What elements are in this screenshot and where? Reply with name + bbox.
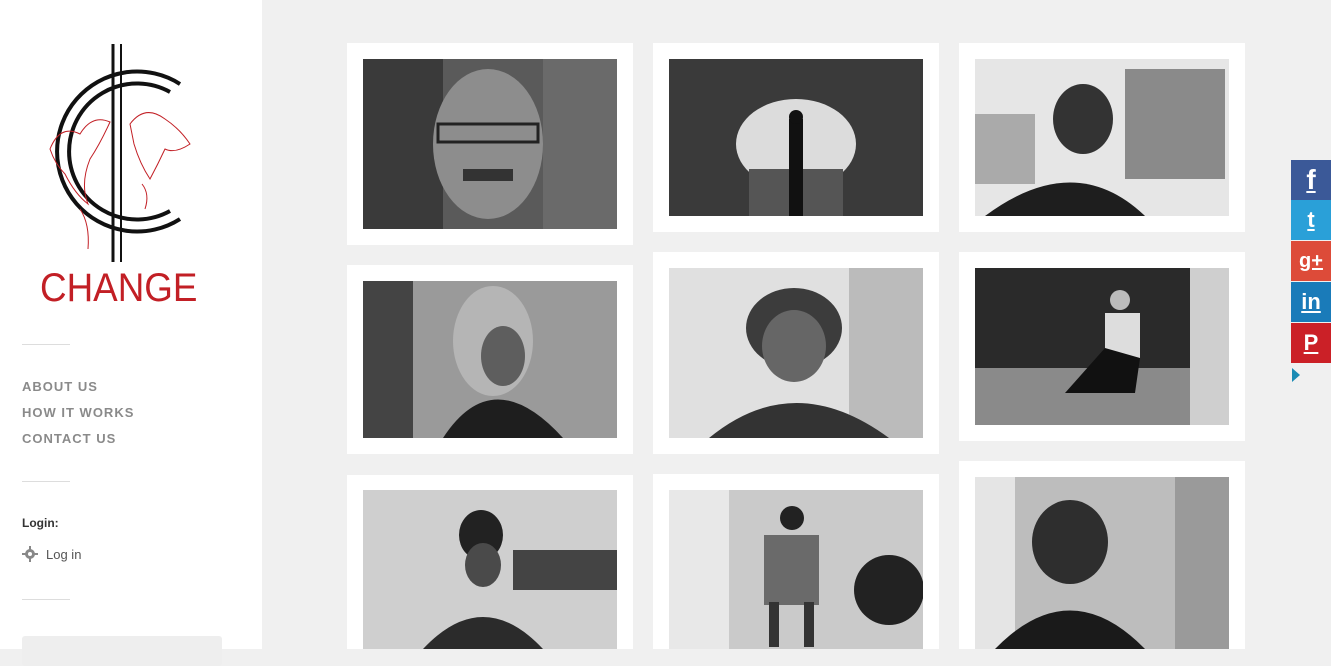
facebook-share-button[interactable]: f <box>1291 160 1331 200</box>
login-link[interactable]: Log in <box>22 546 81 562</box>
gallery-card[interactable] <box>959 461 1245 649</box>
gallery-photo[interactable] <box>975 477 1229 649</box>
login-link-label: Log in <box>46 546 82 562</box>
gallery-card[interactable] <box>653 43 939 232</box>
gear-icon <box>22 546 38 562</box>
gallery-photo[interactable] <box>975 268 1229 425</box>
gallery-card[interactable] <box>653 252 939 454</box>
nav-item-how-it-works[interactable]: HOW IT WORKS <box>22 404 134 430</box>
nav-item-about-us[interactable]: ABOUT US <box>22 378 134 404</box>
gallery-card[interactable] <box>653 474 939 649</box>
gallery-card[interactable] <box>959 43 1245 232</box>
search-box[interactable] <box>22 636 222 666</box>
gallery-photo[interactable] <box>669 490 923 649</box>
sidebar: CHANGE ABOUT US HOW IT WORKS CONTACT US … <box>0 0 262 666</box>
linkedin-share-button[interactable]: in <box>1291 282 1331 322</box>
twitter-icon: t <box>1307 207 1315 232</box>
brand-name: CHANGE <box>40 266 198 310</box>
login-heading: Login: <box>22 516 59 530</box>
gallery-card[interactable] <box>347 265 633 454</box>
divider <box>22 344 70 345</box>
gallery-photo[interactable] <box>669 268 923 438</box>
pinterest-share-button[interactable]: P <box>1291 323 1331 363</box>
nav-item-contact-us[interactable]: CONTACT US <box>22 430 134 456</box>
main-nav: ABOUT US HOW IT WORKS CONTACT US <box>22 378 134 456</box>
google-plus-share-button[interactable]: g+ <box>1291 241 1331 281</box>
twitter-share-button[interactable]: t <box>1291 200 1331 240</box>
gallery-photo[interactable] <box>363 281 617 438</box>
pinterest-icon: P <box>1303 330 1319 355</box>
gallery-photo[interactable] <box>975 59 1229 216</box>
gallery-card[interactable] <box>347 43 633 245</box>
gallery-photo[interactable] <box>363 59 617 229</box>
gallery-card[interactable] <box>959 252 1245 441</box>
collapse-share-bar-icon[interactable] <box>1292 368 1300 382</box>
gallery-photo[interactable] <box>363 490 617 649</box>
linkedin-icon: in <box>1301 289 1321 314</box>
divider <box>22 481 70 482</box>
facebook-icon: f <box>1306 164 1316 195</box>
divider <box>22 599 70 600</box>
google-plus-icon: g+ <box>1299 249 1323 272</box>
gallery-photo[interactable] <box>669 59 923 216</box>
gallery-card[interactable] <box>347 475 633 649</box>
